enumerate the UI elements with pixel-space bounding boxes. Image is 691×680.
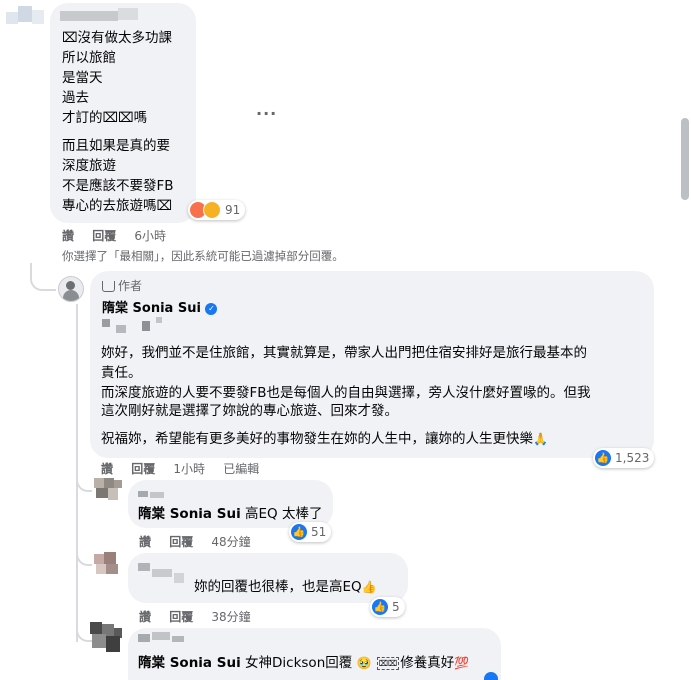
- author-reply-actions: 讚 回覆 1小時 已編輯: [101, 460, 273, 477]
- pleading-face-emoji: 🥹: [356, 656, 372, 670]
- top-commenter-name-blurred[interactable]: [60, 11, 118, 21]
- top-like-button[interactable]: 讚: [62, 229, 74, 243]
- reply-1-reactions[interactable]: 👍 51: [289, 522, 332, 542]
- thread-line-reply-1: [76, 476, 92, 492]
- like-icon: 👍: [595, 450, 611, 466]
- author-reply-edited: 已編輯: [223, 462, 260, 476]
- reply-3-reactions-peek[interactable]: [484, 672, 498, 680]
- reply-1-count: 51: [311, 525, 327, 539]
- top-comment-time[interactable]: 6小時: [134, 229, 166, 243]
- thread-line-author: [30, 263, 56, 291]
- reply-2-text: 妳的回覆也很棒，也是高EQ👍: [194, 579, 377, 595]
- more-options-icon[interactable]: ···: [256, 104, 277, 123]
- unsupported-glyph: ⌧⌧: [376, 656, 400, 670]
- top-reaction-count: 91: [225, 203, 241, 217]
- top-comment-actions: 讚 回覆 6小時: [62, 227, 180, 244]
- author-name[interactable]: 隋棠 Sonia Sui ✓: [102, 297, 218, 316]
- filter-notice: 你選擇了「最相關」，因此系統可能已過濾掉部分回覆。: [62, 249, 344, 263]
- top-reply-button[interactable]: 回覆: [92, 229, 116, 243]
- like-icon: 👍: [372, 599, 388, 615]
- top-commenter-avatar[interactable]: [6, 6, 44, 36]
- reply-1-time[interactable]: 48分鐘: [211, 535, 250, 549]
- author-badge: 作者: [102, 277, 142, 294]
- author-avatar[interactable]: [58, 276, 84, 302]
- reply-2-avatar[interactable]: [94, 552, 124, 578]
- haha-reaction-icon: [203, 201, 221, 219]
- mentioned-user-blurred[interactable]: [102, 319, 110, 327]
- thread-line-reply-2: [76, 544, 92, 566]
- author-like-button[interactable]: 讚: [101, 462, 113, 476]
- reply-3-text: 隋棠 Sonia Sui 女神Dickson回覆 🥹 ⌧⌧ 修養真好💯: [138, 655, 470, 671]
- top-comment-line-1: ⌧沒有做太多功課: [62, 30, 173, 46]
- reply-1-like-button[interactable]: 讚: [139, 535, 151, 549]
- reply-2-time[interactable]: 38分鐘: [211, 610, 250, 624]
- author-reply-line-2: 責任。: [101, 365, 142, 381]
- reply-2-count: 5: [392, 600, 400, 614]
- author-reply-line-1: 妳好，我們並不是住旅館，其實就算是，帶家人出門把住宿安排好是旅行最基本的: [101, 345, 587, 361]
- author-reply-line-3: 而深度旅遊的人要不要發FB也是每個人的自由與選擇，旁人沒什麼好置喙的。但我: [101, 385, 591, 401]
- reply-1-actions: 讚 回覆 48分鐘: [139, 533, 265, 550]
- reply-1-mention[interactable]: 隋棠 Sonia Sui: [138, 506, 241, 522]
- reply-2-actions: 讚 回覆 38分鐘: [139, 608, 265, 625]
- top-comment-line-6: 而且如果是真的要: [62, 138, 170, 154]
- author-reply-line-4: 這次剛好就是選擇了妳說的專心旅遊、回來才發。: [101, 403, 398, 419]
- verified-badge-icon: ✓: [205, 302, 218, 315]
- reply-1-avatar[interactable]: [94, 478, 124, 502]
- reply-2-reply-button[interactable]: 回覆: [169, 610, 193, 624]
- reply-1-reply-button[interactable]: 回覆: [169, 535, 193, 549]
- reply-1-text: 隋棠 Sonia Sui 高EQ 太棒了: [138, 506, 323, 522]
- reply-3-mention[interactable]: 隋棠 Sonia Sui: [138, 655, 241, 671]
- top-comment-line-7: 深度旅遊: [62, 158, 116, 174]
- scrollbar-thumb[interactable]: [681, 118, 689, 200]
- hundred-points-emoji: 💯: [454, 656, 470, 670]
- author-reaction-count: 1,523: [615, 451, 650, 465]
- thumbs-up-emoji: 👍: [361, 580, 377, 594]
- top-comment-reactions[interactable]: 91: [188, 200, 246, 220]
- author-reply-reactions[interactable]: 👍 1,523: [593, 448, 655, 468]
- top-comment-line-4: 過去: [62, 90, 89, 106]
- top-comment-line-9: 專心的去旅遊嗎⌧: [62, 198, 173, 214]
- author-badge-icon: [102, 281, 115, 292]
- top-comment-line-8: 不是應該不要發FB: [62, 178, 174, 194]
- reply-3-avatar[interactable]: [90, 622, 124, 656]
- top-comment-line-5: 才訂的⌧⌧嗎: [62, 110, 148, 126]
- author-reply-line-5: 祝福妳，希望能有更多美好的事物發生在妳的人生中，讓妳的人生更快樂🙏: [101, 431, 548, 447]
- pray-emoji: 🙏: [533, 432, 548, 446]
- thread-line-vertical: [76, 304, 78, 642]
- author-reply-time[interactable]: 1小時: [173, 462, 205, 476]
- reply-1-name-blurred[interactable]: [138, 491, 148, 497]
- reply-3-name-blurred[interactable]: [138, 634, 150, 642]
- reply-2-reactions[interactable]: 👍 5: [370, 597, 405, 617]
- top-comment-line-2: 所以旅館: [62, 50, 116, 66]
- reply-2-name-blurred[interactable]: [138, 563, 150, 571]
- reply-2-like-button[interactable]: 讚: [139, 610, 151, 624]
- top-comment-line-3: 是當天: [62, 70, 103, 86]
- like-icon: 👍: [291, 524, 307, 540]
- author-reply-button[interactable]: 回覆: [131, 462, 155, 476]
